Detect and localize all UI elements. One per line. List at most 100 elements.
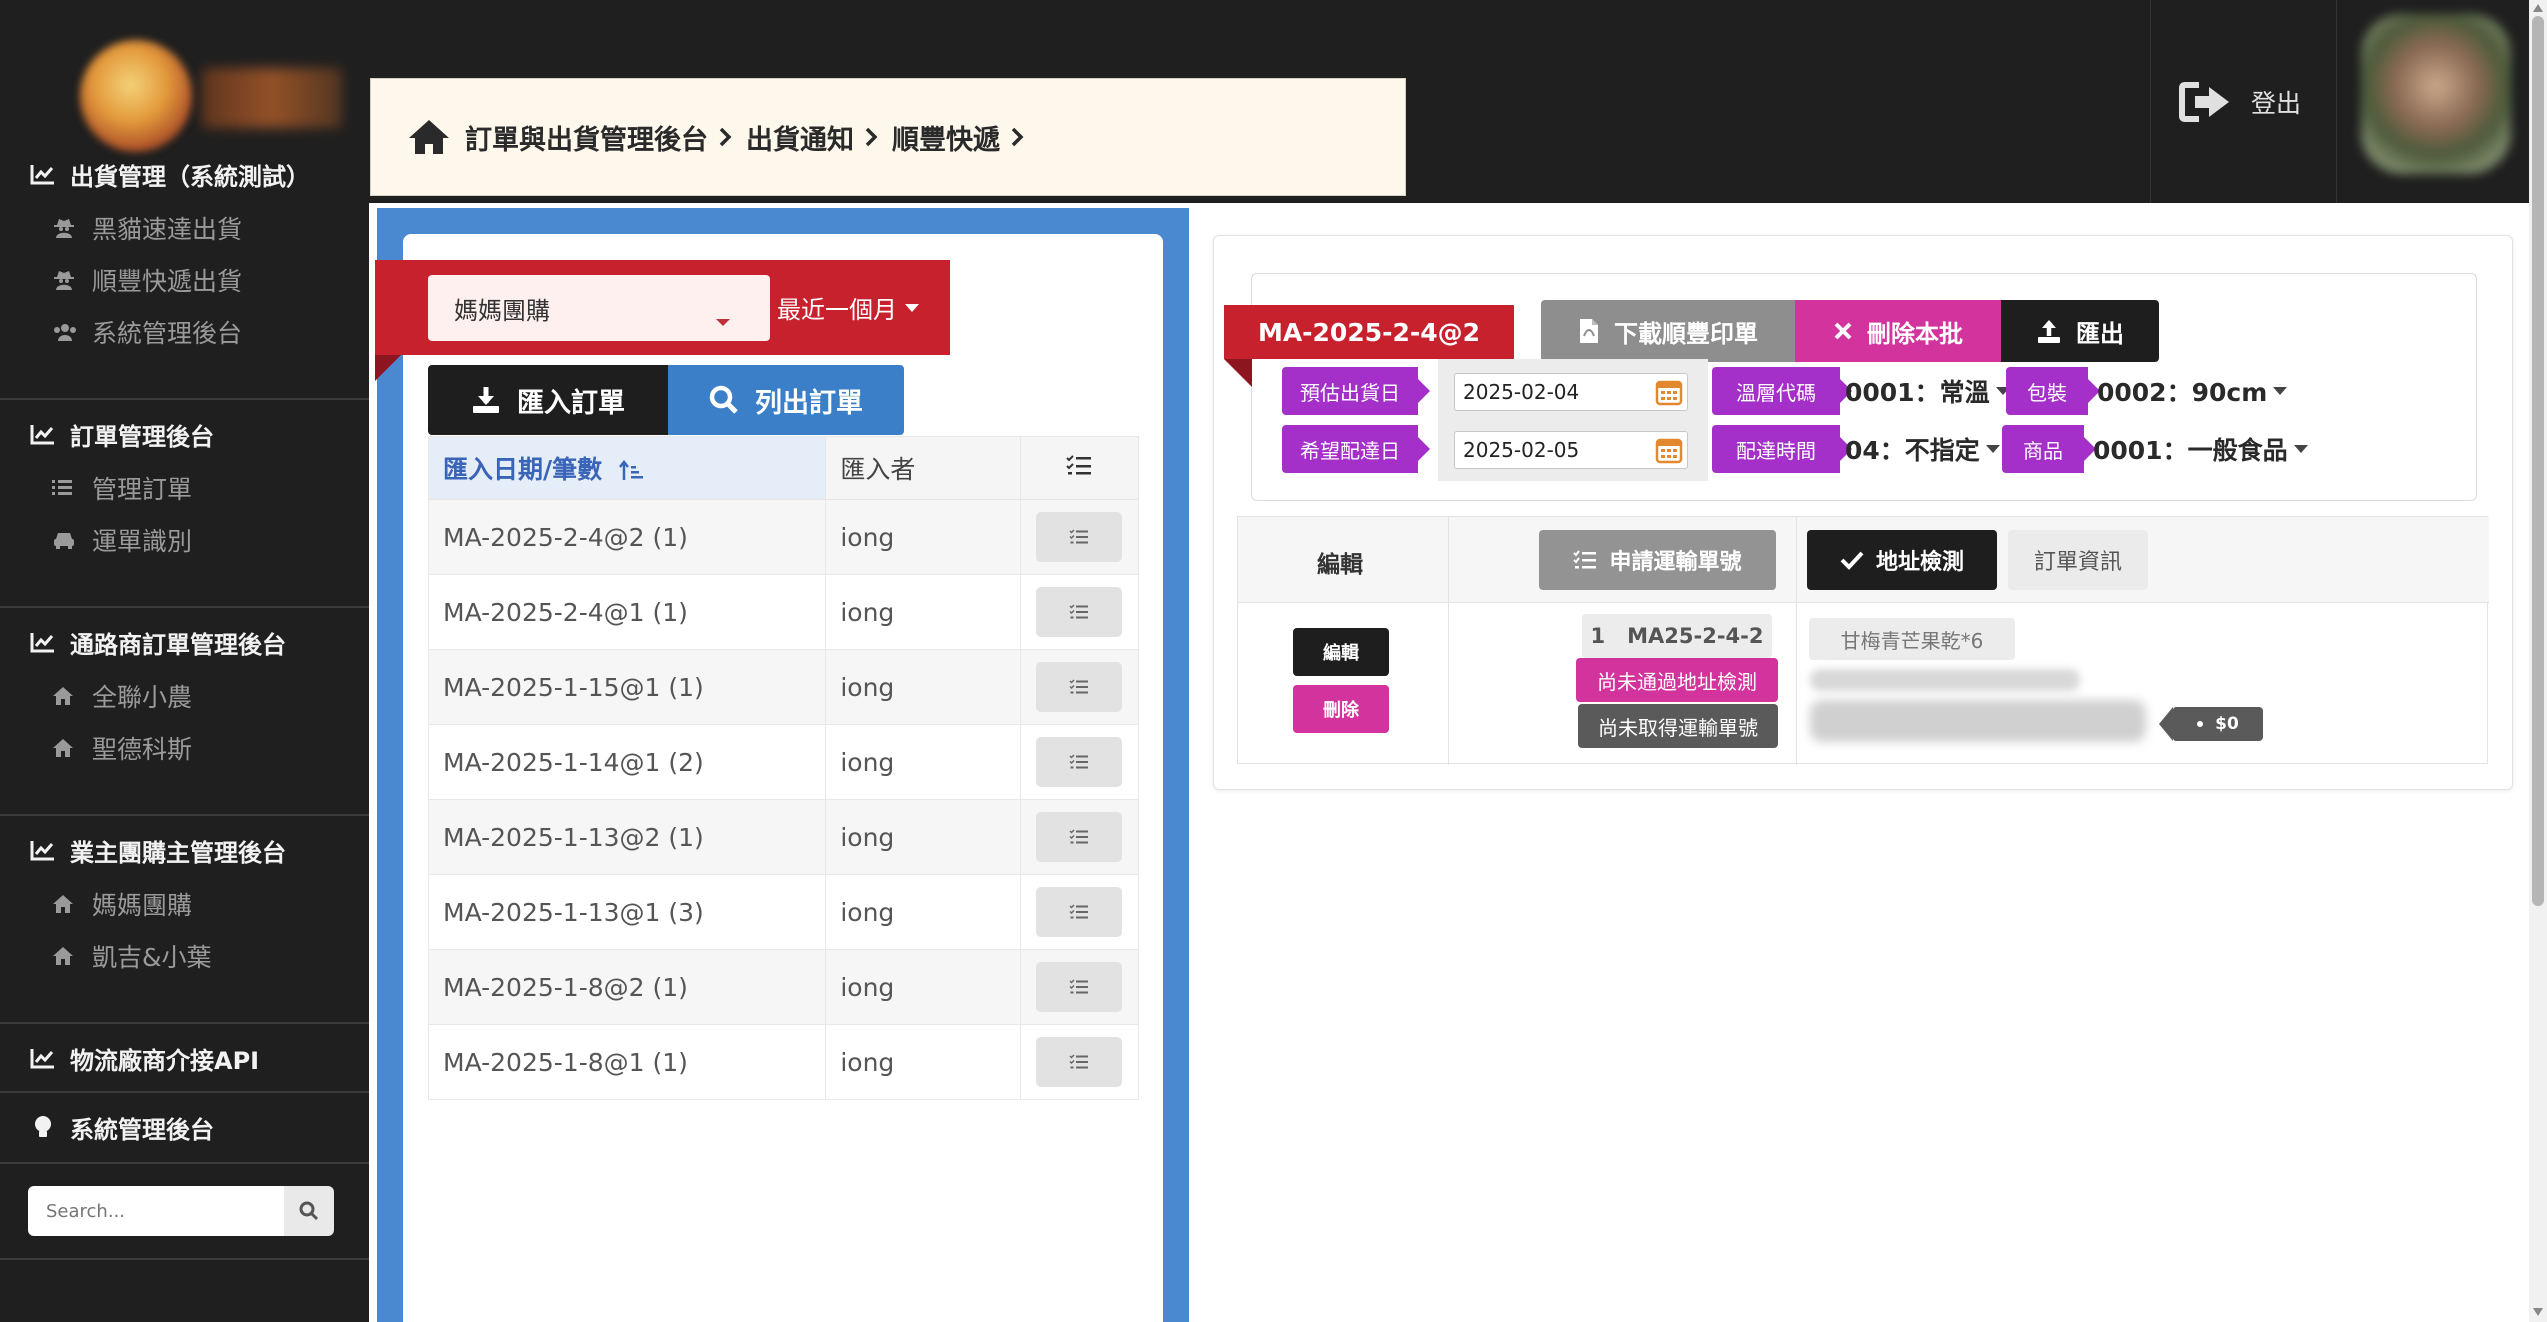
table-row[interactable]: MA-2025-1-8@1 (1) iong <box>427 1024 1139 1100</box>
ship-date-input[interactable]: 2025-02-04 <box>1454 373 1688 411</box>
sidebar-item-sysadmin[interactable]: 系統管理後台 <box>0 306 369 358</box>
breadcrumb-item[interactable]: 訂單與出貨管理後台 <box>465 118 708 157</box>
pack-tag: 包裝 <box>2006 367 2100 415</box>
time-dropdown[interactable]: 04：不指定 <box>1845 431 2000 467</box>
breadcrumb-item[interactable]: 出貨通知 <box>746 118 854 157</box>
date-range-value: 最近一個月 <box>777 296 897 324</box>
user-menu[interactable] <box>2336 0 2529 203</box>
batch-cell[interactable]: MA-2025-1-13@1 (3) <box>427 874 827 950</box>
home-icon[interactable] <box>407 118 451 156</box>
nav-head-orders[interactable]: 訂單管理後台 <box>0 412 369 456</box>
chevron-right-icon <box>1010 126 1024 148</box>
breadcrumb-item[interactable]: 順豐快遞 <box>892 118 1000 157</box>
pack-label: 包裝 <box>2027 380 2067 405</box>
order-info-label: 訂單資訊 <box>2033 550 2122 575</box>
nav-head-groupbuy[interactable]: 業主團購主管理後台 <box>0 828 369 872</box>
table-row[interactable]: MA-2025-1-15@1 (1) iong <box>427 649 1139 725</box>
nav-head-channels[interactable]: 通路商訂單管理後台 <box>0 620 369 664</box>
order-id-badge: 1 MA25-2-4-2 <box>1582 614 1772 658</box>
apply-tracking-button[interactable]: 申請運輸單號 <box>1539 530 1776 590</box>
sidebar-item-sf[interactable]: 順豐快遞出貨 <box>0 254 369 306</box>
sidebar-item-mama[interactable]: 媽媽團購 <box>0 878 369 930</box>
batch-detail-button[interactable] <box>1036 662 1123 712</box>
nav-head-shipping[interactable]: 出貨管理（系統測試） <box>0 152 369 196</box>
batch-cell[interactable]: MA-2025-1-15@1 (1) <box>427 649 827 725</box>
ship-date-value: 2025-02-04 <box>1463 380 1580 404</box>
download-sf-print-button[interactable]: 下載順豐印單 <box>1541 300 1795 362</box>
batch-cell[interactable]: MA-2025-1-13@2 (1) <box>427 799 827 875</box>
batch-detail-button[interactable] <box>1036 737 1123 787</box>
column-header-importer[interactable]: 匯入者 <box>825 436 1022 500</box>
export-button[interactable]: 匯出 <box>2001 300 2159 362</box>
search-icon <box>709 385 738 414</box>
sidebar-item-tcat[interactable]: 黑貓速達出貨 <box>0 202 369 254</box>
scroll-down-icon[interactable] <box>2533 1308 2543 1316</box>
nav-section-channels: 通路商訂單管理後台 全聯小農 聖德科斯 <box>0 620 369 774</box>
brand-logo[interactable] <box>80 40 350 152</box>
lightbulb-icon <box>35 1116 51 1137</box>
batch-detail-button[interactable] <box>1036 887 1123 937</box>
batch-detail-button[interactable] <box>1036 812 1123 862</box>
delete-order-button[interactable]: 刪除 <box>1293 685 1389 733</box>
time-label: 配達時間 <box>1736 438 1816 463</box>
batch-cell[interactable]: MA-2025-1-8@2 (1) <box>427 949 827 1025</box>
column-header-import-date[interactable]: 匯入日期/筆數 <box>427 436 827 500</box>
delete-batch-label: 刪除本批 <box>1867 319 1963 348</box>
scroll-thumb[interactable] <box>2532 16 2544 906</box>
import-orders-label: 匯入訂單 <box>517 387 625 419</box>
page-scrollbar[interactable] <box>2529 0 2547 1322</box>
table-row[interactable]: MA-2025-1-8@2 (1) iong <box>427 949 1139 1025</box>
arrive-date-input[interactable]: 2025-02-05 <box>1454 431 1688 469</box>
table-row[interactable]: MA-2025-1-14@1 (2) iong <box>427 724 1139 800</box>
batch-cell[interactable]: MA-2025-1-14@1 (2) <box>427 724 827 800</box>
nav-head-sysadmin[interactable]: 系統管理後台 <box>0 1105 369 1149</box>
calendar-icon[interactable] <box>1655 436 1683 464</box>
scroll-up-icon[interactable] <box>2533 4 2543 12</box>
date-range-dropdown[interactable]: 最近一個月 <box>777 290 919 325</box>
temp-dropdown[interactable]: 0001：常溫 <box>1845 373 2010 409</box>
order-table: 編輯 申請運輸單號 地址檢測 訂單資訊 編輯 刪除 1 MA25-2-4-2 尚… <box>1237 516 2489 765</box>
pack-dropdown[interactable]: 0002：90cm <box>2097 373 2288 409</box>
batch-cell[interactable]: MA-2025-2-4@2 (1) <box>427 499 827 575</box>
calendar-icon[interactable] <box>1655 378 1683 406</box>
batch-cell[interactable]: MA-2025-2-4@1 (1) <box>427 574 827 650</box>
table-row[interactable]: MA-2025-1-13@1 (3) iong <box>427 874 1139 950</box>
table-row[interactable]: MA-2025-2-4@2 (1) iong <box>427 499 1139 575</box>
divider <box>0 1258 369 1260</box>
goods-dropdown[interactable]: 0001：一般食品 <box>2093 431 2308 467</box>
table-row[interactable]: MA-2025-2-4@1 (1) iong <box>427 574 1139 650</box>
logout-button[interactable]: 登出 <box>2150 0 2335 203</box>
order-info-button[interactable]: 訂單資訊 <box>2008 530 2148 590</box>
nav-head-api[interactable]: 物流廠商介接API <box>0 1036 369 1080</box>
sidebar-item-pxmart[interactable]: 全聯小農 <box>0 670 369 722</box>
client-select[interactable]: 媽媽團購 <box>428 275 770 341</box>
address-check-button[interactable]: 地址檢測 <box>1807 530 1997 590</box>
sidebar-item-label: 管理訂單 <box>92 475 193 504</box>
batch-detail-button[interactable] <box>1036 1037 1123 1087</box>
tasks-icon <box>1069 1054 1089 1069</box>
delete-batch-button[interactable]: 刪除本批 <box>1795 300 2001 362</box>
edit-order-button[interactable]: 編輯 <box>1293 628 1389 676</box>
table-row[interactable]: MA-2025-1-13@2 (1) iong <box>427 799 1139 875</box>
import-orders-button[interactable]: 匯入訂單 <box>428 365 668 435</box>
batch-cell[interactable]: MA-2025-1-8@1 (1) <box>427 1024 827 1100</box>
nav-head-label: 訂單管理後台 <box>70 422 214 451</box>
chevron-right-icon <box>718 126 732 148</box>
search-input[interactable] <box>28 1186 284 1236</box>
batch-detail-button[interactable] <box>1036 512 1123 562</box>
delete-order-label: 刪除 <box>1323 700 1359 721</box>
importer-cell: iong <box>825 724 1022 800</box>
sidebar-item-manage-orders[interactable]: 管理訂單 <box>0 462 369 514</box>
list-orders-button[interactable]: 列出訂單 <box>668 365 904 435</box>
sidebar-item-waybill[interactable]: 運單識別 <box>0 514 369 566</box>
sidebar-item-kaiji[interactable]: 凱吉&小葉 <box>0 930 369 982</box>
tasks-icon <box>1069 679 1089 694</box>
nav-head-label: 業主團購主管理後台 <box>70 838 286 867</box>
file-pdf-icon <box>1580 319 1598 343</box>
search-button[interactable] <box>284 1186 334 1236</box>
sidebar-item-costco[interactable]: 聖德科斯 <box>0 722 369 774</box>
batch-detail-button[interactable] <box>1036 962 1123 1012</box>
divider <box>0 1091 369 1093</box>
divider <box>0 1162 369 1164</box>
batch-detail-button[interactable] <box>1036 587 1123 637</box>
